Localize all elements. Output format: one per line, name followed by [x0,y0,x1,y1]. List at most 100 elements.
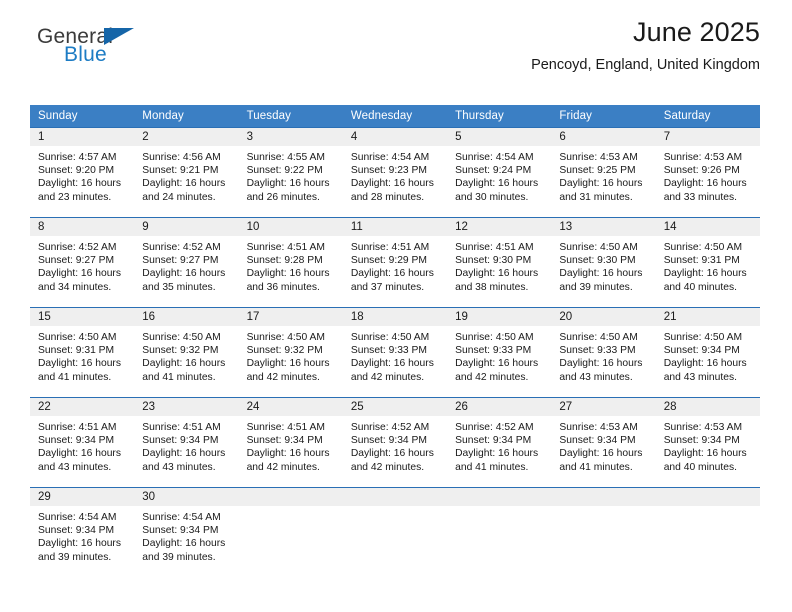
sunrise-text: Sunrise: 4:52 AM [142,242,221,253]
sunrise-text: Sunrise: 4:52 AM [38,242,117,253]
calendar-day-cell[interactable]: 20 Sunrise: 4:50 AM Sunset: 9:33 PM Dayligh… [551,307,656,398]
calendar-day-cell[interactable]: 26 Sunrise: 4:52 AM Sunset: 9:34 PM Dayligh… [447,397,552,488]
day-number: 3 [238,128,343,146]
sunset-text: Sunset: 9:30 PM [559,255,636,267]
weekday-header-sunday: Sunday [30,105,135,128]
calendar-week-row: 15 Sunrise: 4:50 AM Sunset: 9:31 PM Dayligh… [30,307,760,398]
day-number: 27 [551,398,656,416]
day-number: 7 [655,128,760,146]
blue-flag-icon [104,28,134,45]
day-number: 8 [30,218,135,236]
sunrise-text: Sunrise: 4:51 AM [38,422,117,433]
calendar-day-cell[interactable]: 9 Sunrise: 4:52 AM Sunset: 9:27 PM Daylight… [134,217,239,308]
sunset-text: Sunset: 9:33 PM [559,345,636,357]
calendar-day-cell[interactable]: 28 Sunrise: 4:53 AM Sunset: 9:34 PM Dayligh… [655,397,760,488]
day-details: Sunrise: 4:51 AM Sunset: 9:34 PM Daylight:… [134,416,238,474]
day-details: Sunrise: 4:50 AM Sunset: 9:32 PM Daylight:… [134,326,238,384]
day-number: 5 [447,128,552,146]
calendar-day-cell[interactable]: 25 Sunrise: 4:52 AM Sunset: 9:34 PM Dayligh… [342,397,448,488]
calendar-day-cell[interactable]: 17 Sunrise: 4:50 AM Sunset: 9:32 PM Dayligh… [238,307,343,398]
daylight-text: Daylight: 16 hours and 28 minutes. [350,178,434,203]
calendar-day-cell[interactable]: 22 Sunrise: 4:51 AM Sunset: 9:34 PM Dayligh… [30,397,135,488]
sunrise-text: Sunrise: 4:50 AM [559,242,638,253]
calendar-day-cell[interactable]: 1 Sunrise: 4:57 AM Sunset: 9:20 PM Daylight… [30,127,135,218]
calendar-day-cell[interactable]: 24 Sunrise: 4:51 AM Sunset: 9:34 PM Dayligh… [238,397,343,488]
day-details: Sunrise: 4:54 AM Sunset: 9:23 PM Daylight:… [343,146,447,204]
day-number: 18 [342,308,448,326]
page-header: General Blue June 2025 Pencoyd, England,… [32,0,760,72]
daylight-text: Daylight: 16 hours and 42 minutes. [350,358,434,383]
calendar-day-cell[interactable]: 30 Sunrise: 4:54 AM Sunset: 9:34 PM Dayligh… [134,487,239,578]
sunset-text: Sunset: 9:33 PM [350,345,427,357]
sunset-text: Sunset: 9:32 PM [142,345,219,357]
sunset-text: Sunset: 9:26 PM [663,165,740,177]
daylight-text: Daylight: 16 hours and 41 minutes. [38,358,121,383]
calendar-day-cell[interactable]: 14 Sunrise: 4:50 AM Sunset: 9:31 PM Dayligh… [655,217,760,308]
calendar-day-cell[interactable]: 8 Sunrise: 4:52 AM Sunset: 9:27 PM Daylight… [30,217,135,308]
calendar-day-cell[interactable]: 23 Sunrise: 4:51 AM Sunset: 9:34 PM Dayligh… [134,397,239,488]
day-details: Sunrise: 4:50 AM Sunset: 9:31 PM Daylight:… [656,236,760,294]
calendar-day-cell[interactable]: 11 Sunrise: 4:51 AM Sunset: 9:29 PM Dayligh… [342,217,448,308]
calendar-day-cell[interactable]: 5 Sunrise: 4:54 AM Sunset: 9:24 PM Daylight… [447,127,552,218]
calendar-header-row: Sunday Monday Tuesday Wednesday Thursday… [30,105,760,128]
calendar-page: General Blue June 2025 Pencoyd, England,… [0,0,792,612]
sunset-text: Sunset: 9:31 PM [38,345,115,357]
calendar-day-cell[interactable]: 3 Sunrise: 4:55 AM Sunset: 9:22 PM Daylight… [238,127,343,218]
calendar-day-cell[interactable]: 15 Sunrise: 4:50 AM Sunset: 9:31 PM Dayligh… [30,307,135,398]
sunset-text: Sunset: 9:27 PM [38,255,115,267]
sunrise-text: Sunrise: 4:54 AM [38,512,117,523]
weekday-header-thursday: Thursday [447,105,552,128]
sunset-text: Sunset: 9:28 PM [246,255,323,267]
day-details: Sunrise: 4:53 AM Sunset: 9:34 PM Daylight:… [551,416,655,474]
calendar-week-row: 1 Sunrise: 4:57 AM Sunset: 9:20 PM Daylight… [30,127,760,218]
calendar-day-cell-empty [238,487,343,578]
day-number: 29 [30,488,135,506]
sunrise-text: Sunrise: 4:50 AM [142,332,221,343]
calendar-day-cell-empty [447,487,552,578]
sunrise-text: Sunrise: 4:50 AM [663,242,743,253]
daylight-text: Daylight: 16 hours and 42 minutes. [246,358,330,383]
sunset-text: Sunset: 9:20 PM [38,165,115,177]
day-number: 9 [134,218,239,236]
calendar-week-row: 22 Sunrise: 4:51 AM Sunset: 9:34 PM Dayligh… [30,397,760,488]
day-number: 20 [551,308,656,326]
calendar-day-cell[interactable]: 13 Sunrise: 4:50 AM Sunset: 9:30 PM Dayligh… [551,217,656,308]
day-number: 1 [30,128,135,146]
day-details: Sunrise: 4:50 AM Sunset: 9:31 PM Daylight:… [30,326,134,384]
day-number: 10 [238,218,343,236]
sunset-text: Sunset: 9:31 PM [663,255,740,267]
calendar-day-cell[interactable]: 16 Sunrise: 4:50 AM Sunset: 9:32 PM Dayligh… [134,307,239,398]
calendar-day-cell[interactable]: 29 Sunrise: 4:54 AM Sunset: 9:34 PM Dayligh… [30,487,135,578]
sunrise-text: Sunrise: 4:50 AM [246,332,325,343]
calendar-day-cell[interactable]: 10 Sunrise: 4:51 AM Sunset: 9:28 PM Dayligh… [238,217,343,308]
calendar-day-cell[interactable]: 19 Sunrise: 4:50 AM Sunset: 9:33 PM Dayligh… [447,307,552,398]
daylight-text: Daylight: 16 hours and 34 minutes. [38,268,121,293]
sunrise-text: Sunrise: 4:52 AM [350,422,430,433]
sunset-text: Sunset: 9:21 PM [142,165,219,177]
calendar-body: 1 Sunrise: 4:57 AM Sunset: 9:20 PM Daylight… [30,127,760,578]
day-details: Sunrise: 4:50 AM Sunset: 9:33 PM Daylight:… [447,326,551,384]
daylight-text: Daylight: 16 hours and 23 minutes. [38,178,121,203]
day-details: Sunrise: 4:54 AM Sunset: 9:24 PM Daylight:… [447,146,551,204]
day-details: Sunrise: 4:50 AM Sunset: 9:33 PM Daylight:… [343,326,447,384]
sunrise-text: Sunrise: 4:54 AM [455,152,534,163]
sunrise-text: Sunrise: 4:53 AM [559,152,638,163]
calendar-day-cell[interactable]: 7 Sunrise: 4:53 AM Sunset: 9:26 PM Daylight… [655,127,760,218]
calendar-day-cell[interactable]: 6 Sunrise: 4:53 AM Sunset: 9:25 PM Daylight… [551,127,656,218]
calendar-day-cell[interactable]: 21 Sunrise: 4:50 AM Sunset: 9:34 PM Dayligh… [655,307,760,398]
calendar-day-cell[interactable]: 4 Sunrise: 4:54 AM Sunset: 9:23 PM Daylight… [342,127,448,218]
daylight-text: Daylight: 16 hours and 42 minutes. [455,358,539,383]
calendar-day-cell[interactable]: 27 Sunrise: 4:53 AM Sunset: 9:34 PM Dayligh… [551,397,656,488]
sunset-text: Sunset: 9:23 PM [350,165,427,177]
daylight-text: Daylight: 16 hours and 43 minutes. [663,358,747,383]
calendar-day-cell[interactable]: 2 Sunrise: 4:56 AM Sunset: 9:21 PM Daylight… [134,127,239,218]
sunset-text: Sunset: 9:33 PM [455,345,532,357]
daylight-text: Daylight: 16 hours and 36 minutes. [246,268,330,293]
sunset-text: Sunset: 9:34 PM [663,345,740,357]
generalblue-logo[interactable]: General Blue [37,26,157,72]
sunset-text: Sunset: 9:34 PM [663,435,740,447]
calendar-day-cell[interactable]: 18 Sunrise: 4:50 AM Sunset: 9:33 PM Dayligh… [342,307,448,398]
day-details: Sunrise: 4:55 AM Sunset: 9:22 PM Daylight:… [239,146,343,204]
weekday-header-friday: Friday [551,105,656,128]
calendar-day-cell[interactable]: 12 Sunrise: 4:51 AM Sunset: 9:30 PM Dayligh… [447,217,552,308]
